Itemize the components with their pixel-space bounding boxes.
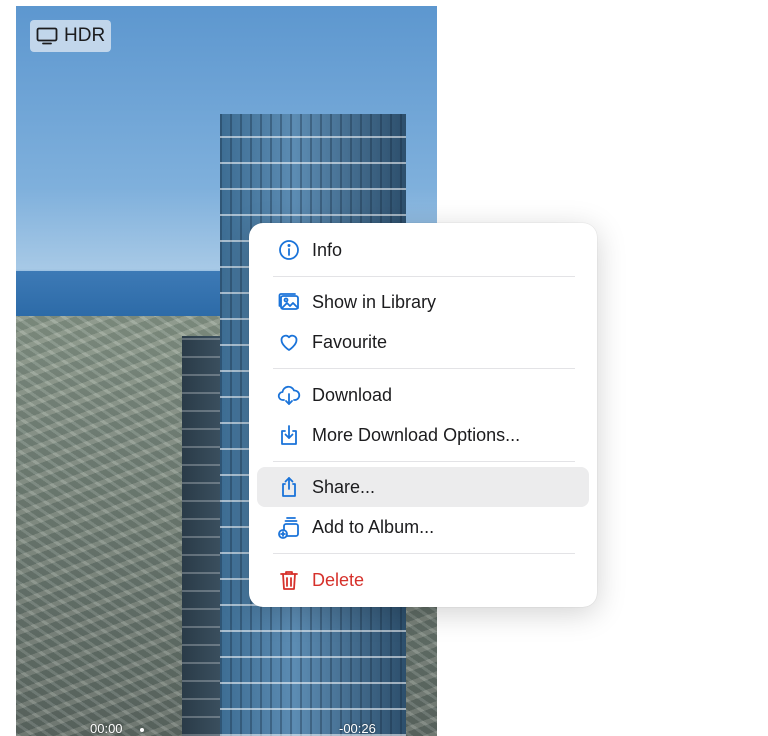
menu-item-favourite[interactable]: Favourite [257, 322, 589, 362]
menu-item-label: More Download Options... [312, 424, 521, 445]
menu-item-delete[interactable]: Delete [257, 560, 589, 600]
share-icon [282, 477, 296, 497]
hdr-label: HDR [64, 25, 106, 46]
display-icon [36, 27, 58, 45]
time-elapsed: 00:00 [90, 721, 123, 736]
menu-item-share[interactable]: Share... [257, 467, 589, 507]
menu-item-download[interactable]: Download [257, 375, 589, 415]
add-to-album-icon [278, 517, 299, 539]
menu-item-show-in-library[interactable]: Show in Library [257, 282, 589, 322]
menu-item-more-download-options[interactable]: More Download Options... [257, 415, 589, 455]
hdr-badge: HDR [30, 20, 112, 52]
menu-divider [273, 461, 575, 462]
menu-item-label: Info [312, 239, 343, 260]
menu-item-label: Share... [312, 476, 376, 497]
menu-item-label: Delete [312, 569, 365, 590]
scrubber-handle[interactable] [140, 728, 144, 732]
download-tray-icon [281, 425, 297, 445]
menu-divider [273, 553, 575, 554]
info-icon [279, 240, 299, 260]
photo-library-icon [278, 293, 299, 310]
menu-divider [273, 368, 575, 369]
time-remaining: -00:26 [339, 721, 376, 736]
menu-item-label: Add to Album... [312, 516, 435, 537]
trash-icon [280, 571, 298, 590]
menu-item-label: Favourite [312, 331, 388, 352]
menu-divider [273, 276, 575, 277]
menu-item-info[interactable]: Info [257, 230, 589, 270]
menu-item-add-to-album[interactable]: Add to Album... [257, 507, 589, 547]
context-menu: Info Show in Library Favourite Download … [249, 223, 597, 607]
cloud-download-icon [277, 385, 301, 405]
heart-icon [280, 334, 298, 351]
menu-item-label: Show in Library [312, 291, 437, 312]
menu-item-label: Download [312, 384, 393, 405]
